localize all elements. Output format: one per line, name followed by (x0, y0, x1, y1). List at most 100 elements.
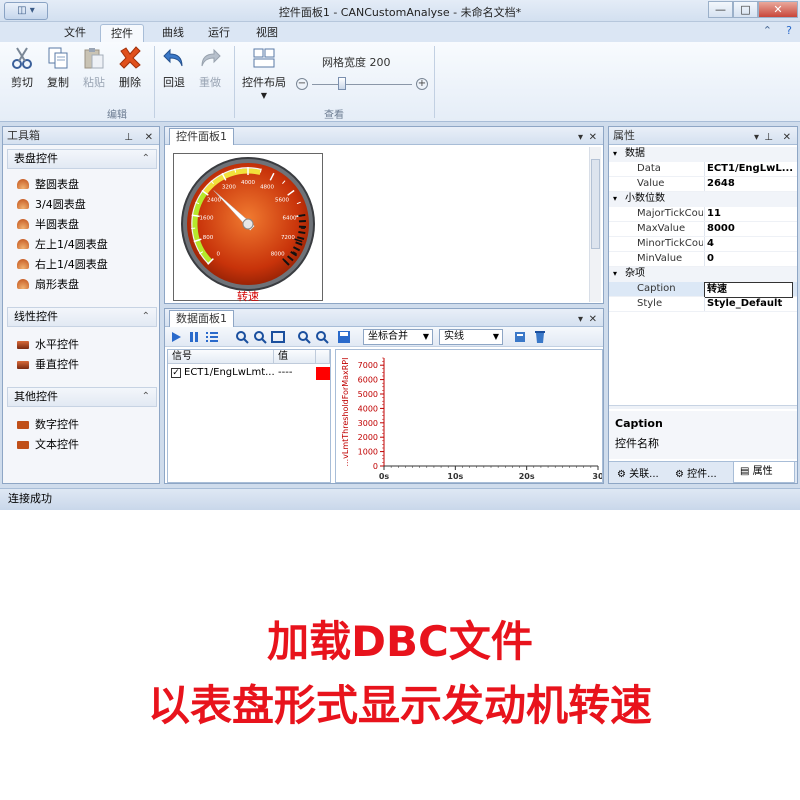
pause-icon[interactable] (187, 330, 201, 344)
toolbox-item-text[interactable]: 文本控件 (17, 437, 79, 453)
scrollbar-thumb[interactable] (591, 159, 600, 249)
tab-view[interactable]: 视图 (246, 24, 288, 42)
column-header-color[interactable] (316, 350, 330, 364)
redo-button[interactable]: 重做 (194, 46, 226, 90)
grid-width-slider[interactable] (312, 84, 412, 85)
property-row-minor-tick[interactable]: MinorTickCour 4 (609, 237, 797, 252)
zoom-in-icon[interactable] (235, 330, 249, 344)
red-zone-tick (298, 213, 306, 218)
tab-file[interactable]: 文件 (54, 24, 96, 42)
toolbox-item-full-dial[interactable]: 整圆表盘 (17, 177, 79, 193)
signal-checkbox[interactable]: ✓ (171, 368, 181, 378)
close-icon[interactable]: ✕ (145, 129, 153, 146)
copy-button[interactable]: 复制 (42, 46, 74, 90)
toolbox-item-three-quarter-dial[interactable]: 3/4圆表盘 (17, 197, 86, 213)
ribbon-tabs: 文件 控件 曲线 运行 视图 ⌃ ? (0, 22, 800, 42)
vertical-scrollbar[interactable] (589, 147, 601, 302)
control-panel: 控件面板1 ▾ ✕ 0 800 1600 2400 3200 4000 4800 5600 64… (164, 126, 604, 304)
property-row-data[interactable]: Data ECT1/EngLwL... (609, 162, 797, 177)
property-row-caption[interactable]: Caption 转速 (609, 282, 797, 298)
undo-button[interactable]: 回退 (158, 46, 190, 90)
toolbox-item-vertical[interactable]: 垂直控件 (17, 357, 79, 373)
minimize-button[interactable]: — (708, 1, 733, 18)
tab-data-panel-1[interactable]: 数据面板1 (169, 310, 234, 327)
clear-icon[interactable] (533, 330, 547, 344)
toolbox-section-other[interactable]: 其他控件 ⌃ (7, 387, 157, 407)
help-icon[interactable]: ? (786, 24, 792, 37)
property-row-style[interactable]: Style Style_Default (609, 297, 797, 312)
dropdown-icon[interactable]: ▾ (578, 129, 583, 146)
dropdown-icon[interactable]: ▾ (754, 129, 759, 146)
controls-icon: ⚙ (675, 469, 684, 480)
scissors-icon (10, 46, 34, 70)
toolbox-section-linear[interactable]: 线性控件 ⌃ (7, 307, 157, 327)
property-value: ECT1/EngLwL... (704, 162, 793, 176)
layout-button[interactable]: 控件布局 ▼ (240, 46, 288, 100)
axis-merge-select[interactable]: 坐标合并 ▼ (363, 329, 433, 345)
cut-button[interactable]: 剪切 (6, 46, 38, 90)
toolbox-item-half-dial[interactable]: 半圆表盘 (17, 217, 79, 233)
property-row-min-value[interactable]: MinValue 0 (609, 252, 797, 267)
collapse-ribbon-icon[interactable]: ⌃ (763, 24, 772, 37)
property-value-input[interactable]: 转速 (704, 282, 793, 298)
close-icon[interactable]: ✕ (589, 129, 597, 146)
tab-relations[interactable]: ⚙ 关联... (617, 465, 659, 480)
line-style-select[interactable]: 实线 ▼ (439, 329, 503, 345)
toolbox-section-dials[interactable]: 表盘控件 ⌃ (7, 149, 157, 169)
maximize-button[interactable]: □ (733, 1, 758, 18)
zoom-x-icon[interactable] (297, 330, 311, 344)
zoom-out-button[interactable]: − (296, 78, 308, 90)
dropdown-icon[interactable]: ▾ (578, 311, 583, 328)
redo-label: 重做 (199, 76, 221, 89)
slider-thumb[interactable] (338, 77, 346, 90)
section-title: 其他控件 (14, 390, 58, 403)
property-category[interactable]: ▾ 小数位数 (609, 192, 797, 207)
paste-button[interactable]: 粘贴 (78, 46, 110, 90)
signal-color-swatch[interactable] (316, 367, 330, 380)
zoom-out-icon[interactable] (253, 330, 267, 344)
toolbox-item-number[interactable]: 数字控件 (17, 417, 79, 433)
close-icon[interactable]: ✕ (783, 129, 791, 146)
tab-controls-list[interactable]: ⚙ 控件... (675, 465, 717, 480)
delete-button[interactable]: 删除 (114, 46, 146, 90)
splitter[interactable] (609, 405, 797, 409)
gauge-tick-label: 8000 (271, 252, 285, 258)
tab-run[interactable]: 运行 (198, 24, 240, 42)
close-button[interactable]: ✕ (758, 1, 798, 18)
fit-icon[interactable] (271, 330, 285, 344)
property-row-major-tick[interactable]: MajorTickCour 11 (609, 207, 797, 222)
status-text: 连接成功 (8, 492, 52, 505)
category-label: 小数位数 (625, 193, 665, 204)
toolbox-item-horizontal[interactable]: 水平控件 (17, 337, 79, 353)
property-category[interactable]: ▾ 杂项 (609, 267, 797, 282)
zoom-in-button[interactable]: + (416, 78, 428, 90)
properties-icon: ▤ (740, 466, 750, 477)
pin-icon[interactable]: ⊥ (764, 129, 773, 146)
properties-header: 属性 ▾ ⊥ ✕ (609, 127, 797, 145)
pin-icon[interactable]: ⊥ (124, 129, 133, 146)
export-icon[interactable] (513, 330, 527, 344)
gauge-control[interactable]: 0 800 1600 2400 3200 4000 4800 5600 6400 7200 8000… (173, 153, 323, 303)
toolbox-item-sector-dial[interactable]: 扇形表盘 (17, 277, 79, 293)
property-row-value[interactable]: Value 2648 (609, 177, 797, 192)
column-header-signal[interactable]: 信号 (168, 350, 274, 364)
property-key: Data (637, 163, 661, 174)
table-row[interactable]: ✓ ECT1/EngLwLmt... ---- (168, 366, 330, 382)
save-icon[interactable] (337, 330, 351, 344)
column-header-value[interactable]: 值 (274, 350, 316, 364)
property-key: Caption (637, 283, 676, 294)
chevron-down-icon: ▼ (260, 91, 268, 100)
property-row-max-value[interactable]: MaxValue 8000 (609, 222, 797, 237)
signal-chart[interactable]: ...vLmtThresholdForMaxRPI 0 1000 2000 3000 40… (335, 349, 604, 483)
zoom-y-icon[interactable] (315, 330, 329, 344)
toolbox-item-top-right-dial[interactable]: 右上1/4圆表盘 (17, 257, 108, 273)
toolbox-item-top-left-dial[interactable]: 左上1/4圆表盘 (17, 237, 108, 253)
tab-properties[interactable]: ▤ 属性 (733, 462, 795, 483)
tab-curves[interactable]: 曲线 (152, 24, 194, 42)
tab-controls[interactable]: 控件 (100, 24, 144, 42)
tab-control-panel-1[interactable]: 控件面板1 (169, 128, 234, 145)
play-icon[interactable] (169, 330, 183, 344)
close-icon[interactable]: ✕ (589, 311, 597, 328)
property-category[interactable]: ▾ 数据 (609, 147, 797, 162)
list-icon[interactable] (205, 330, 219, 344)
